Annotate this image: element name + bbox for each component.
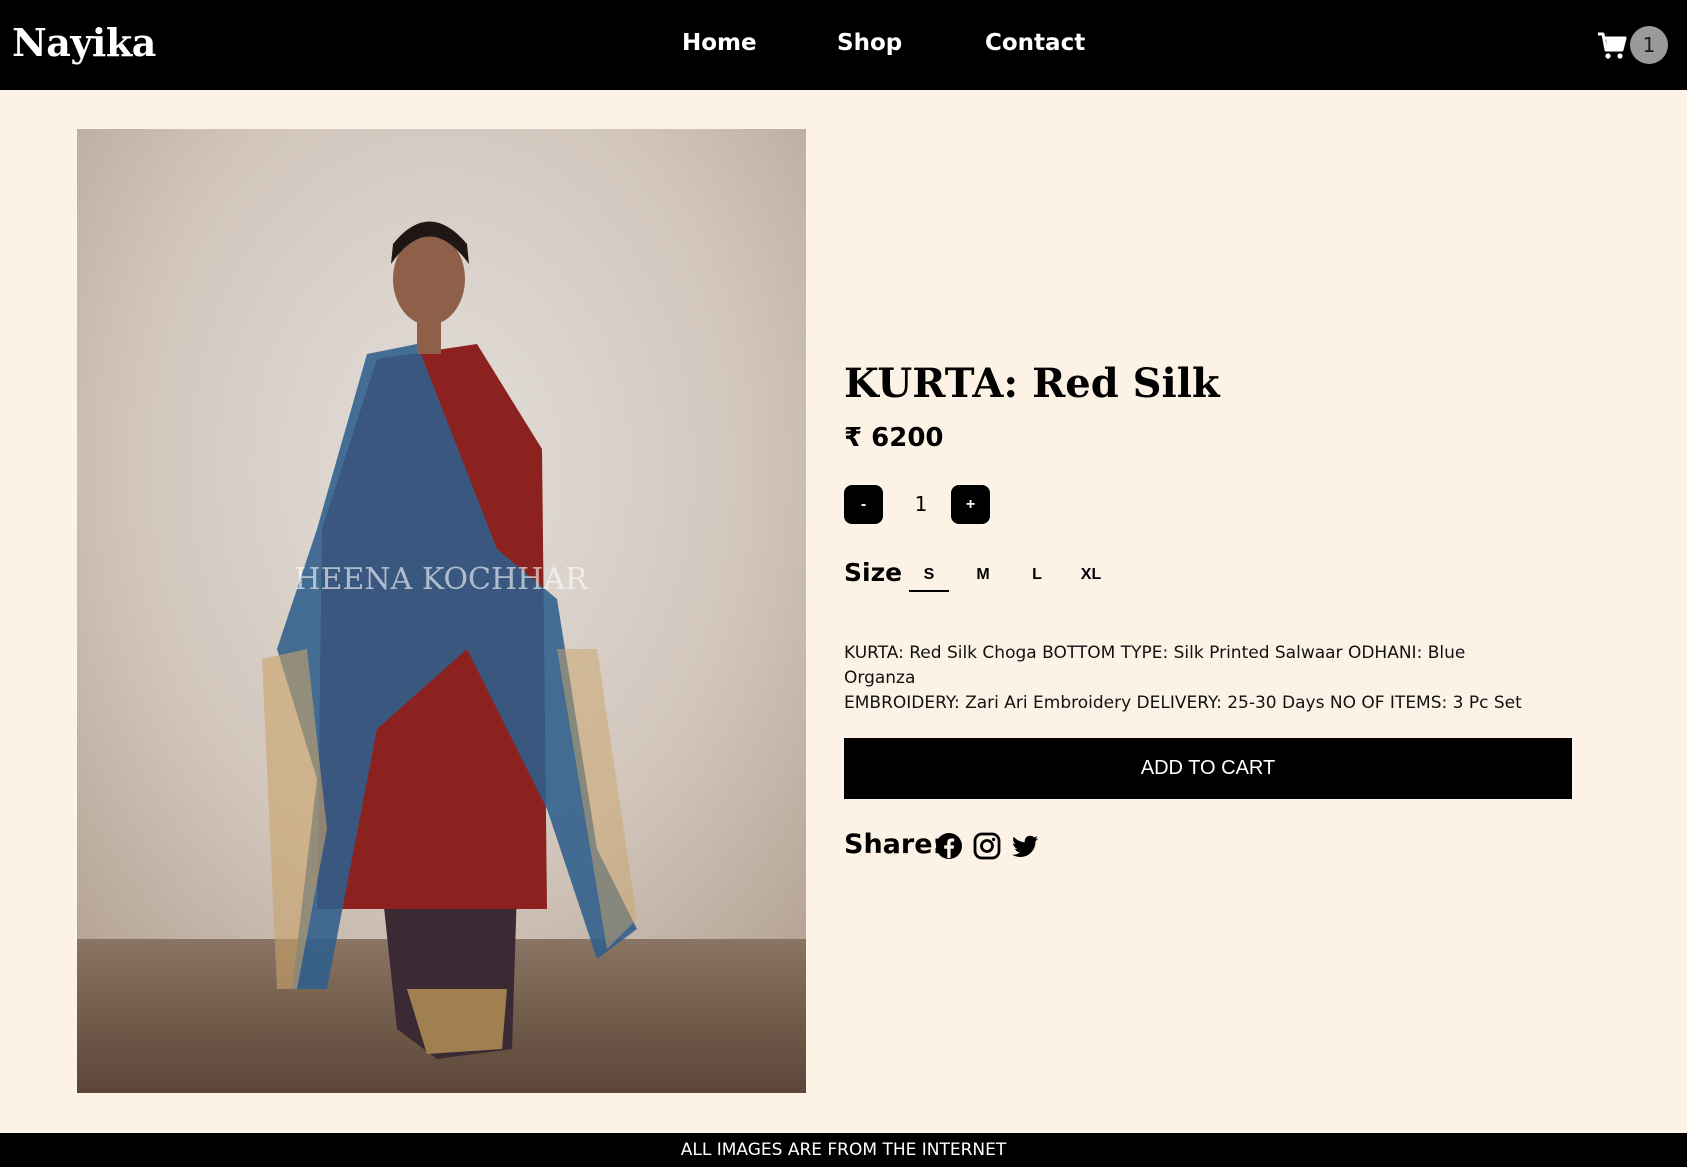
size-option-s[interactable]: S xyxy=(909,560,949,592)
facebook-icon[interactable] xyxy=(934,831,964,861)
site-footer: ALL IMAGES ARE FROM THE INTERNET xyxy=(0,1133,1687,1167)
product-title: KURTA: Red Silk xyxy=(844,360,1220,407)
cart-count-badge: 1 xyxy=(1630,26,1668,64)
product-description: KURTA: Red Silk Choga BOTTOM TYPE: Silk … xyxy=(844,641,1534,716)
twitter-icon[interactable] xyxy=(1010,831,1040,861)
site-header: Nayika Home Shop Contact 1 xyxy=(0,0,1687,90)
nav-contact[interactable]: Contact xyxy=(985,30,1085,56)
product-image: HEENA KOCHHAR xyxy=(77,129,806,1093)
size-option-m[interactable]: M xyxy=(963,560,1003,592)
nav-home[interactable]: Home xyxy=(682,30,757,56)
description-line: KURTA: Red Silk Choga BOTTOM TYPE: Silk … xyxy=(844,643,1466,688)
image-watermark: HEENA KOCHHAR xyxy=(294,562,589,597)
size-option-xl[interactable]: XL xyxy=(1071,560,1111,592)
size-option-l[interactable]: L xyxy=(1017,560,1057,592)
quantity-value: 1 xyxy=(914,492,928,516)
share-label: Share: xyxy=(844,829,944,860)
cart-icon xyxy=(1598,32,1627,59)
product-photo: HEENA KOCHHAR xyxy=(77,129,806,1093)
brand-logo[interactable]: Nayika xyxy=(12,20,156,65)
instagram-icon[interactable] xyxy=(972,831,1002,861)
decrement-button[interactable]: - xyxy=(844,485,883,524)
size-label: Size xyxy=(844,558,903,587)
description-line: EMBROIDERY: Zari Ari Embroidery DELIVERY… xyxy=(844,693,1522,713)
product-price: ₹ 6200 xyxy=(844,423,944,453)
cart-button[interactable]: 1 xyxy=(1597,26,1673,66)
increment-button[interactable]: + xyxy=(951,485,990,524)
add-to-cart-button[interactable]: ADD TO CART xyxy=(844,738,1572,799)
nav-shop[interactable]: Shop xyxy=(837,30,902,56)
